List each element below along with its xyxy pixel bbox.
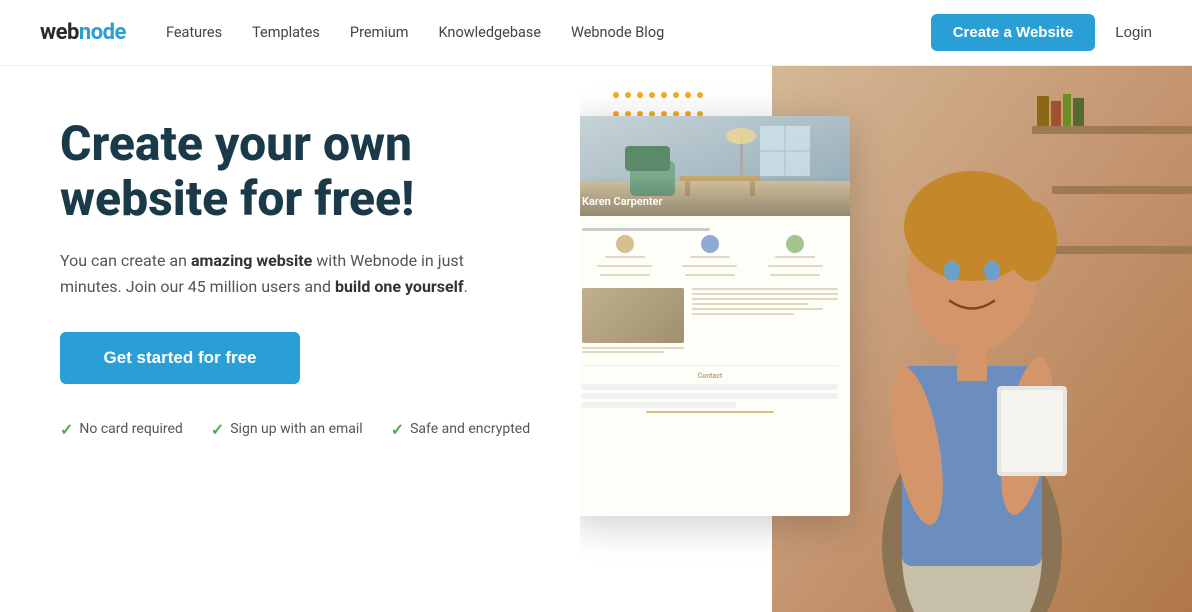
nav-knowledgebase[interactable]: Knowledgebase (439, 24, 542, 41)
trust-encrypted: ✓ Safe and encrypted (391, 420, 530, 439)
trust-no-card: ✓ No card required (60, 420, 183, 439)
nav-templates[interactable]: Templates (252, 24, 320, 41)
main-content: Create your own website for free! You ca… (0, 66, 1192, 612)
trust-badges: ✓ No card required ✓ Sign up with an ema… (60, 420, 540, 439)
check-icon-3: ✓ (391, 420, 404, 439)
hero-subtitle: You can create an amazing website with W… (60, 248, 500, 299)
preview-left-col (582, 288, 684, 357)
header-right: Create a Website Login (931, 14, 1152, 51)
nav-premium[interactable]: Premium (350, 24, 409, 41)
preview-person-name: Karen Carpenter (582, 195, 662, 208)
nav-blog[interactable]: Webnode Blog (571, 24, 664, 41)
create-website-button[interactable]: Create a Website (931, 14, 1096, 51)
site-header: webnode Features Templates Premium Knowl… (0, 0, 1192, 66)
preview-icon-2 (682, 235, 737, 280)
preview-body: Contact (580, 216, 850, 428)
hero-right: (function(){ const container = document.… (580, 66, 1192, 612)
login-button[interactable]: Login (1115, 24, 1152, 41)
hero-title: Create your own website for free! (60, 116, 540, 226)
trust-email: ✓ Sign up with an email (211, 420, 363, 439)
logo[interactable]: webnode (40, 20, 126, 45)
trust-label-3: Safe and encrypted (410, 421, 530, 437)
preview-icons-row (582, 235, 838, 280)
preview-icon-1 (597, 235, 652, 280)
main-nav: Features Templates Premium Knowledgebase… (166, 24, 931, 41)
check-icon-1: ✓ (60, 420, 73, 439)
preview-contact-section: Contact (582, 365, 838, 413)
preview-right-col (692, 288, 838, 357)
preview-two-col (582, 288, 838, 357)
preview-icon-3 (768, 235, 823, 280)
hero-left: Create your own website for free! You ca… (0, 66, 580, 612)
get-started-button[interactable]: Get started for free (60, 332, 300, 384)
check-icon-2: ✓ (211, 420, 224, 439)
preview-header-image: Karen Carpenter (580, 116, 850, 216)
trust-label-1: No card required (79, 421, 182, 437)
trust-label-2: Sign up with an email (230, 421, 362, 437)
preview-contact-title: Contact (582, 372, 838, 380)
nav-features[interactable]: Features (166, 24, 222, 41)
website-preview-card: Karen Carpenter (580, 116, 850, 516)
